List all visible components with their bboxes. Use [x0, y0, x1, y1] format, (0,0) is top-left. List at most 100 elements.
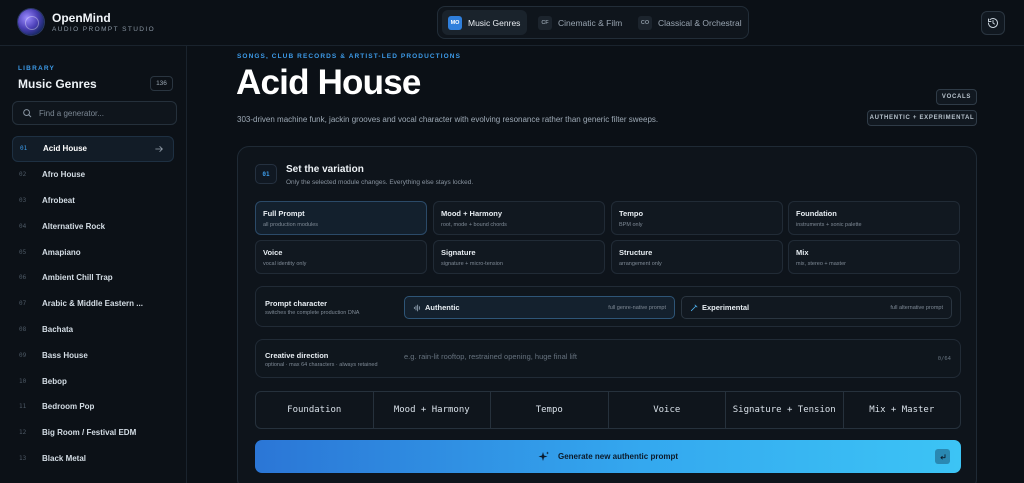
search-box [12, 101, 177, 125]
module-title: Mood + Harmony [441, 209, 503, 218]
generate-button[interactable]: Generate new authentic prompt [255, 440, 961, 473]
module-mix[interactable]: Mix mix, stereo + master [788, 240, 960, 274]
option-subtitle: full genre-native prompt [608, 304, 666, 311]
experimental-option[interactable]: Experimental full alternative prompt [681, 296, 952, 319]
arrow-right-icon [155, 146, 163, 152]
item-label: Bachata [42, 324, 74, 334]
segment-signature-tension[interactable]: Signature + Tension [726, 392, 844, 428]
module-full-prompt[interactable]: Full Prompt all production modules [255, 201, 427, 235]
top-bar: OpenMind AUDIO PROMPT STUDIO MO Music Ge… [0, 0, 1024, 46]
sidebar-item-acid-house[interactable]: 01 Acid House [12, 136, 174, 162]
search-icon [23, 109, 32, 118]
category-tabs: MO Music Genres CF Cinematic & Film CO C… [437, 6, 749, 39]
item-number: 08 [19, 325, 27, 333]
sidebar-item-bachata[interactable]: 08 Bachata [12, 317, 174, 343]
item-number: 12 [19, 429, 27, 437]
segment-foundation[interactable]: Foundation [256, 392, 374, 428]
item-label: Alternative Rock [42, 221, 106, 231]
module-structure[interactable]: Structure arrangement only [611, 240, 783, 274]
segment-mix-master[interactable]: Mix + Master [844, 392, 961, 428]
app-logo[interactable] [18, 9, 44, 35]
module-mood-harmony[interactable]: Mood + Harmony root, mode + bound chords [433, 201, 605, 235]
tab-label: Cinematic & Film [558, 17, 623, 28]
module-subtitle: BPM only [619, 222, 643, 228]
step-subtitle: Only the selected module changes. Everyt… [286, 179, 474, 186]
library-label: LIBRARY [18, 65, 56, 72]
app-name: OpenMind [52, 11, 111, 25]
enter-key-icon [935, 449, 950, 464]
authentic-option[interactable]: Authentic full genre-native prompt [404, 296, 675, 319]
module-subtitle: mix, stereo + master [796, 261, 846, 267]
creative-direction-title: Creative direction [265, 351, 329, 360]
sidebar-item-big-room-festival-edm[interactable]: 12 Big Room / Festival EDM [12, 420, 174, 446]
sidebar-item-bedroom-pop[interactable]: 11 Bedroom Pop [12, 394, 174, 420]
item-label: Bedroom Pop [42, 402, 95, 412]
tab-code-badge: CF [538, 15, 552, 30]
tab-classical-orchestral[interactable]: CO Classical & Orchestral [632, 10, 746, 35]
tab-code-badge: MO [448, 15, 462, 30]
tab-cinematic-film[interactable]: CF Cinematic & Film [532, 10, 628, 35]
genre-list: 01 Acid House 02 Afro House 03 Afrobeat … [12, 136, 174, 471]
sidebar: LIBRARY Music Genres 136 01 Acid House 0… [0, 46, 187, 483]
creative-direction-input[interactable] [404, 352, 904, 361]
item-number: 01 [20, 145, 28, 153]
tab-music-genres[interactable]: MO Music Genres [442, 10, 527, 35]
generate-button-label: Generate new authentic prompt [557, 452, 679, 461]
module-voice[interactable]: Voice vocal identity only [255, 240, 427, 274]
step-number: 01 [255, 164, 277, 184]
sidebar-item-arabic-middle-eastern[interactable]: 07 Arabic & Middle Eastern ... [12, 291, 174, 317]
tab-label: Music Genres [468, 17, 521, 28]
creative-direction-subtitle: optional · max 64 characters · always re… [265, 362, 378, 368]
module-title: Signature [441, 248, 476, 257]
item-number: 10 [19, 377, 27, 385]
app-subtitle: AUDIO PROMPT STUDIO [52, 26, 156, 33]
module-subtitle: signature + micro-tension [441, 261, 503, 267]
sidebar-item-afro-house[interactable]: 02 Afro House [12, 162, 174, 188]
item-number: 06 [19, 274, 27, 282]
sidebar-item-bass-house[interactable]: 09 Bass House [12, 342, 174, 368]
item-label: Amapiano [42, 247, 81, 257]
creative-direction-row: Creative direction optional · max 64 cha… [255, 339, 961, 378]
segment-tempo[interactable]: Tempo [491, 392, 609, 428]
history-button[interactable] [981, 11, 1005, 35]
sidebar-item-ambient-chill-trap[interactable]: 06 Ambient Chill Trap [12, 265, 174, 291]
item-label: Black Metal [42, 453, 87, 463]
library-count-badge: 136 [150, 76, 173, 91]
segment-voice[interactable]: Voice [609, 392, 726, 428]
module-title: Tempo [619, 209, 644, 218]
module-signature[interactable]: Signature signature + micro-tension [433, 240, 605, 274]
segment-mood-harmony[interactable]: Mood + Harmony [374, 392, 491, 428]
search-input[interactable] [39, 108, 169, 118]
module-subtitle: all production modules [263, 222, 319, 228]
item-label: Acid House [43, 144, 88, 154]
module-tempo[interactable]: Tempo BPM only [611, 201, 783, 235]
sidebar-item-amapiano[interactable]: 05 Amapiano [12, 239, 174, 265]
item-number: 13 [19, 454, 27, 462]
module-title: Structure [619, 248, 653, 257]
item-number: 03 [19, 196, 27, 204]
page-description: 303-driven machine funk, jackin grooves … [237, 115, 659, 124]
item-label: Big Room / Festival EDM [42, 428, 137, 438]
variation-panel: 01 Set the variation Only the selected m… [237, 146, 977, 483]
module-title: Mix [796, 248, 809, 257]
sidebar-item-afrobeat[interactable]: 03 Afrobeat [12, 188, 174, 214]
page-title: Acid House [236, 63, 421, 102]
item-number: 05 [19, 248, 27, 256]
item-number: 07 [19, 300, 27, 308]
character-badge: AUTHENTIC + EXPERIMENTAL [867, 110, 977, 126]
sidebar-item-bebop[interactable]: 10 Bebop [12, 368, 174, 394]
module-title: Foundation [796, 209, 837, 218]
sidebar-item-black-metal[interactable]: 13 Black Metal [12, 446, 174, 472]
item-number: 09 [19, 351, 27, 359]
step-title: Set the variation [286, 164, 364, 175]
module-subtitle: instruments + sonic palette [796, 222, 862, 228]
module-title: Full Prompt [263, 209, 305, 218]
module-subtitle: root, mode + bound chords [441, 222, 507, 228]
module-subtitle: vocal identity only [263, 261, 307, 267]
option-label: Experimental [702, 303, 750, 312]
sidebar-item-alternative-rock[interactable]: 04 Alternative Rock [12, 213, 174, 239]
vocals-badge: VOCALS [936, 89, 977, 105]
module-foundation[interactable]: Foundation instruments + sonic palette [788, 201, 960, 235]
tab-code-badge: CO [638, 15, 652, 30]
tab-label: Classical & Orchestral [658, 17, 742, 28]
